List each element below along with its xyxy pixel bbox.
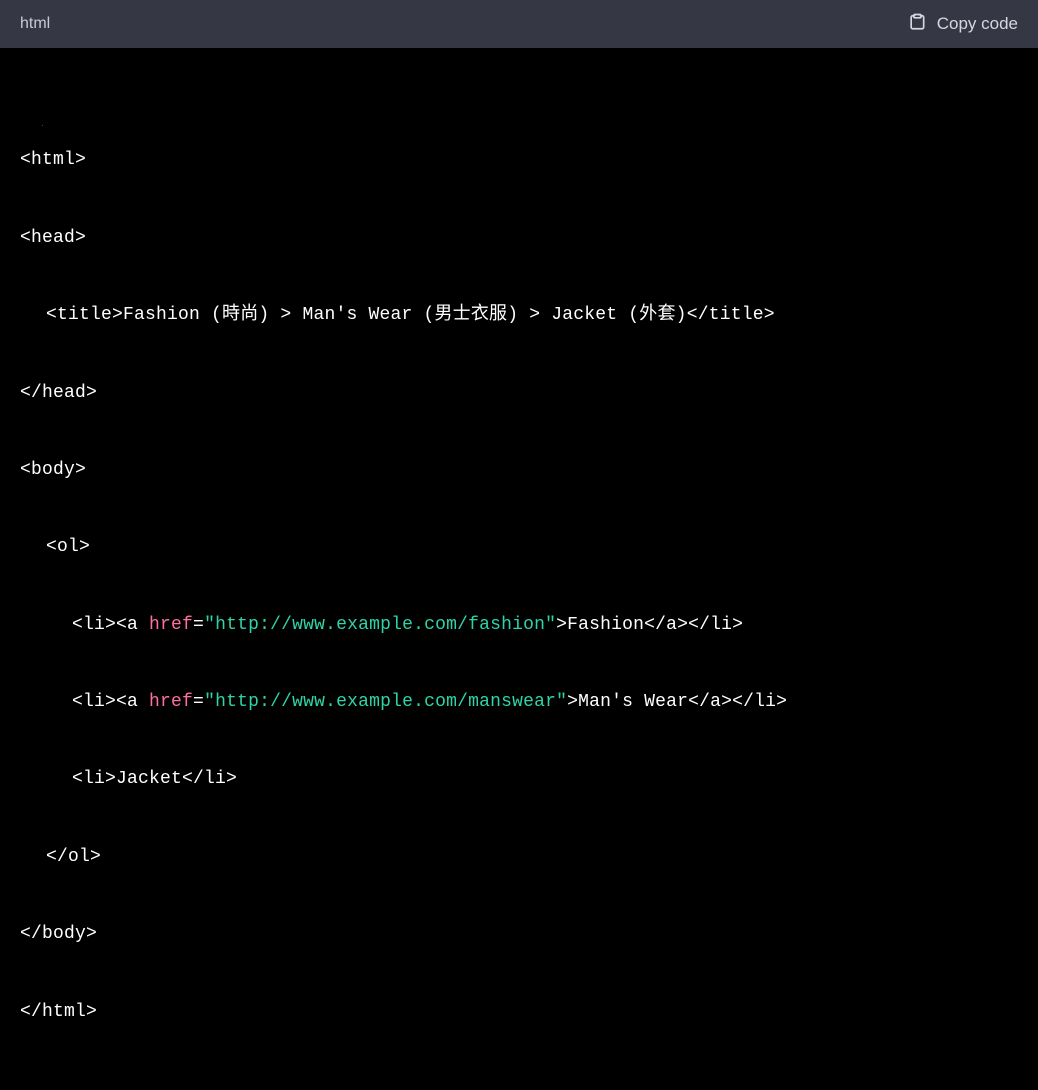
language-label: html	[20, 15, 50, 33]
copy-code-label: Copy code	[937, 14, 1018, 34]
code-block-header: html Copy code	[0, 0, 1038, 48]
code-line: </body>	[20, 915, 1018, 954]
code-line: </head>	[20, 374, 1018, 413]
clipboard-icon	[907, 12, 927, 37]
code-line: <li>Jacket</li>	[20, 760, 1018, 799]
code-line: <body>	[20, 451, 1018, 490]
code-line: <title>Fashion (時尚) > Man's Wear (男士衣服) …	[20, 296, 1018, 335]
code-line: </html>	[20, 993, 1018, 1032]
copy-code-button[interactable]: Copy code	[907, 12, 1018, 37]
code-line: </ol>	[20, 838, 1018, 877]
cursor-dot: .	[20, 120, 45, 129]
code-line: <li><a href="http://www.example.com/mans…	[20, 683, 1018, 722]
code-line: <ol>	[20, 528, 1018, 567]
code-line: <head>	[20, 219, 1018, 258]
code-content: . <html> <head> <title>Fashion (時尚) > Ma…	[0, 48, 1038, 1090]
code-line: <html>	[20, 141, 1018, 180]
code-line: <li><a href="http://www.example.com/fash…	[20, 606, 1018, 645]
